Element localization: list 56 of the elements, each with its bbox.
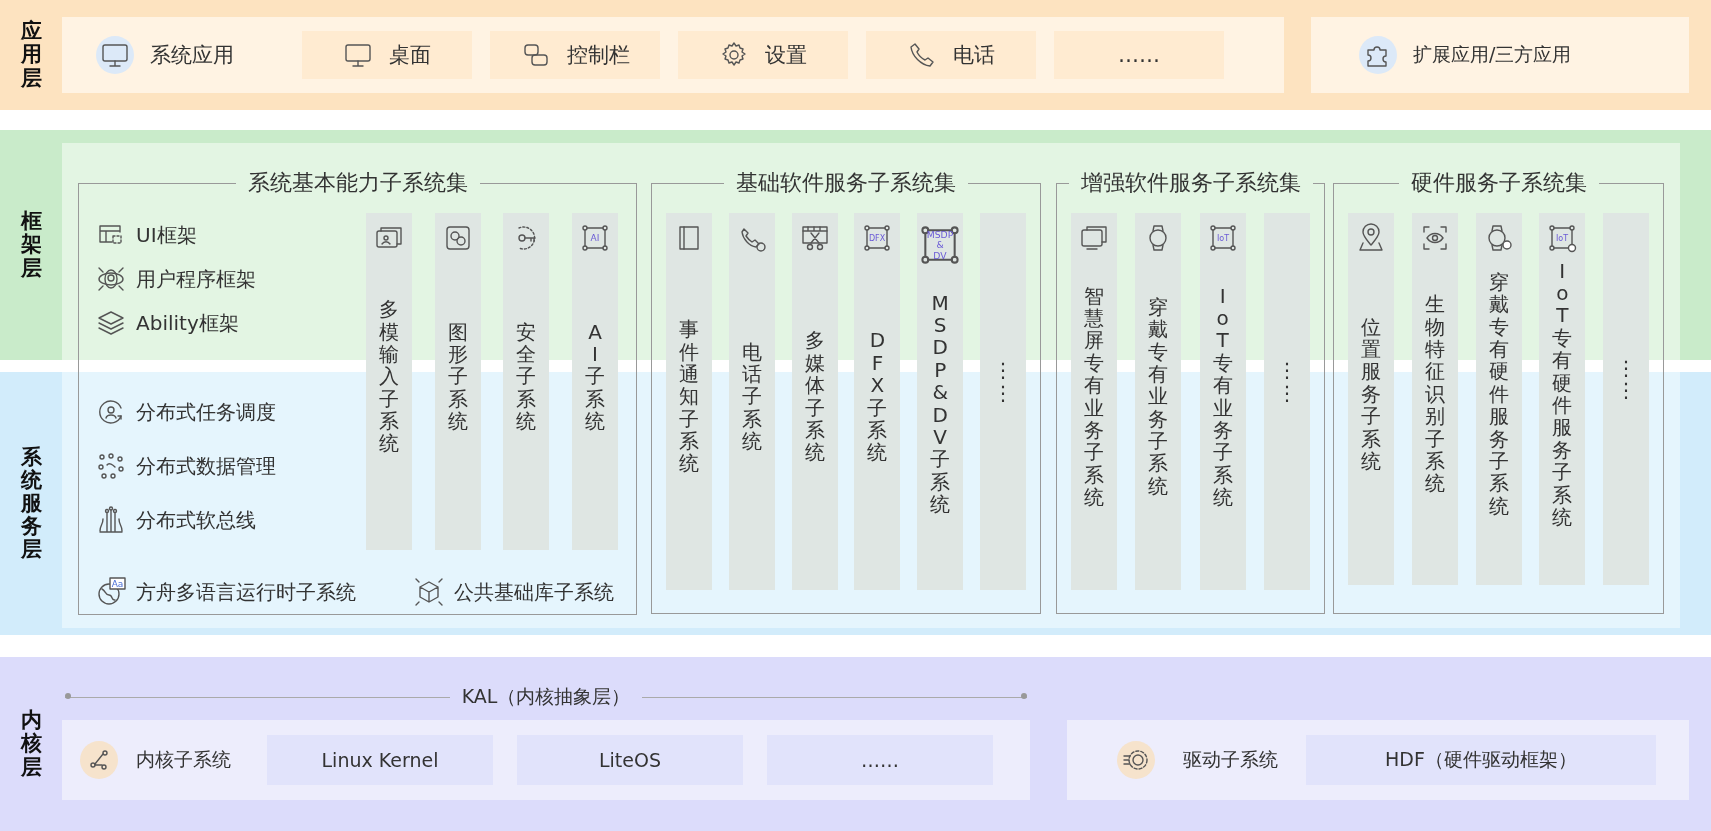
subsystem-label: Ability框架: [136, 309, 239, 337]
app-tile[interactable]: ……: [1054, 31, 1224, 79]
app-tile[interactable]: 电话: [866, 31, 1036, 79]
subsystem-name: 智慧屏专有业务子系统: [1083, 284, 1105, 509]
circuit-lines-icon: [96, 505, 126, 535]
subsystem-name: ⋮⋮: [1276, 359, 1298, 404]
location-icon: [1356, 223, 1386, 253]
subsystem-name: DFX子系统: [866, 329, 889, 464]
subsystem-name: 生物特征识别子系统: [1423, 293, 1446, 495]
subsystem-set-title: 基础软件服务子系统集: [735, 171, 957, 195]
subsystem-name: 多媒体子系统: [803, 329, 826, 464]
layer-label: 应用层: [20, 20, 42, 90]
subsystem-set-title: 增强软件服务子系统集: [1079, 171, 1302, 195]
subsystem-name: 图形子系统: [446, 320, 469, 433]
cube-icon: [414, 577, 444, 607]
subsystem-name: 事件通知子系统: [678, 318, 700, 475]
layer-label: 内核层: [20, 709, 42, 779]
subsystem-name: ⋮⋮: [1615, 356, 1637, 402]
subsystem-label: 用户程序框架: [136, 265, 256, 293]
subsystem-name: 电话子系统: [740, 340, 763, 453]
kernel-tile: Linux Kernel: [267, 735, 493, 785]
video-scissors-icon: [799, 223, 830, 253]
extension-apps-title: 扩展应用/三方应用: [1413, 42, 1572, 67]
subsystem-name: 穿戴专有业务子系统: [1147, 295, 1170, 498]
subsystem-name: 多模输入子系统: [378, 298, 400, 455]
screen-icon: [1079, 223, 1109, 253]
subsystem-name: IoT专有硬件服务子系统: [1551, 259, 1574, 529]
app-tile[interactable]: 设置: [678, 31, 848, 79]
subsystem-label: 方舟多语言运行时子系统: [136, 578, 356, 606]
subsystem-name: ⋮⋮: [992, 359, 1014, 404]
app-tile[interactable]: 控制栏: [490, 31, 660, 79]
kernel-tile: ……: [767, 735, 993, 785]
subsystem-set-title: 硬件服务子系统集: [1409, 171, 1588, 195]
subsystem-name: 安全子系统: [515, 320, 538, 433]
subsystem-name: 位置服务子系统: [1360, 315, 1382, 473]
subsystem-name: AI子系统: [583, 320, 606, 433]
kernel-subsystem-title: 内核子系统: [136, 747, 231, 772]
subsystem-name: IoT专有业务子系统: [1211, 284, 1234, 509]
subsystem-name: 穿戴专有硬件服务子系统: [1487, 270, 1510, 518]
subsystem-set-title: 系统基本能力子系统集: [246, 171, 469, 195]
subsystem-label: 分布式数据管理: [136, 452, 276, 480]
hdf-label: HDF（硬件驱动框架）: [1306, 735, 1656, 785]
layer-label: 框架层: [20, 210, 42, 280]
layers-icon: [96, 308, 126, 338]
subsystem-name: MSDP&DV子系统: [929, 291, 952, 516]
system-apps-title: 系统应用: [150, 42, 234, 69]
layer-label: 系统服务层: [20, 445, 42, 562]
kal-label: KAL（内核抽象层）: [460, 684, 632, 709]
subsystem-label: 分布式软总线: [136, 506, 256, 534]
subsystem-label: UI框架: [136, 221, 197, 249]
scattered-dots-icon: [96, 451, 126, 481]
driver-subsystem-title: 驱动子系统: [1183, 747, 1278, 772]
subsystem-label: 分布式任务调度: [136, 398, 276, 426]
app-tile[interactable]: 桌面: [302, 31, 472, 79]
kernel-tile: LiteOS: [517, 735, 743, 785]
subsystem-label: 公共基础库子系统: [454, 578, 614, 606]
